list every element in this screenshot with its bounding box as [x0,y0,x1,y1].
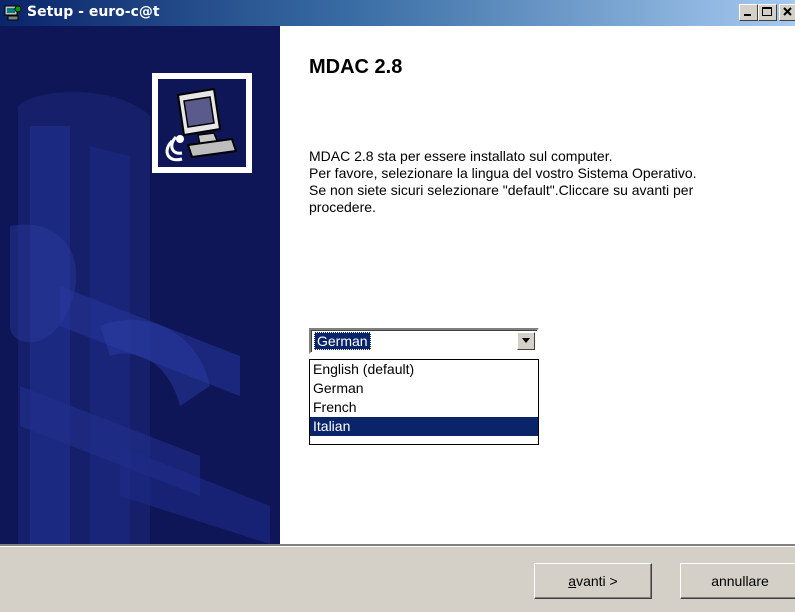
language-dropdown-list[interactable]: English (default) German French Italian [309,359,539,445]
language-option-italian[interactable]: Italian [310,417,538,436]
dropdown-toggle-button[interactable] [517,332,535,350]
combobox-selected-value: German [314,332,371,350]
cancel-button[interactable]: annullare [680,563,795,599]
window-title: Setup - euro-c@t [27,4,160,20]
chevron-down-icon [522,338,530,343]
page-title: MDAC 2.8 [309,56,403,78]
setup-window: Setup - euro-c@t MDAC 2.8 MDAC 2.8 sta p… [0,0,795,612]
close-button[interactable] [779,4,795,21]
language-combobox[interactable]: German [309,328,539,354]
footer-separator [0,544,795,547]
computer-install-icon [152,73,252,173]
next-button-label: vanti > [576,573,618,589]
maximize-button[interactable] [758,4,777,21]
language-option-german[interactable]: German [310,379,538,398]
title-bar[interactable]: Setup - euro-c@t [0,0,795,26]
setup-app-icon [3,3,23,23]
cancel-button-label: annullare [711,573,769,589]
wizard-banner [0,26,280,544]
next-button[interactable]: avanti > [534,563,652,599]
instruction-text: MDAC 2.8 sta per essere installato sul c… [309,148,697,215]
next-button-mnemonic: a [568,573,577,589]
minimize-button[interactable] [739,4,758,21]
language-option-french[interactable]: French [310,398,538,417]
wizard-content-panel: MDAC 2.8 MDAC 2.8 sta per essere install… [280,26,795,544]
language-option-english[interactable]: English (default) [310,360,538,379]
